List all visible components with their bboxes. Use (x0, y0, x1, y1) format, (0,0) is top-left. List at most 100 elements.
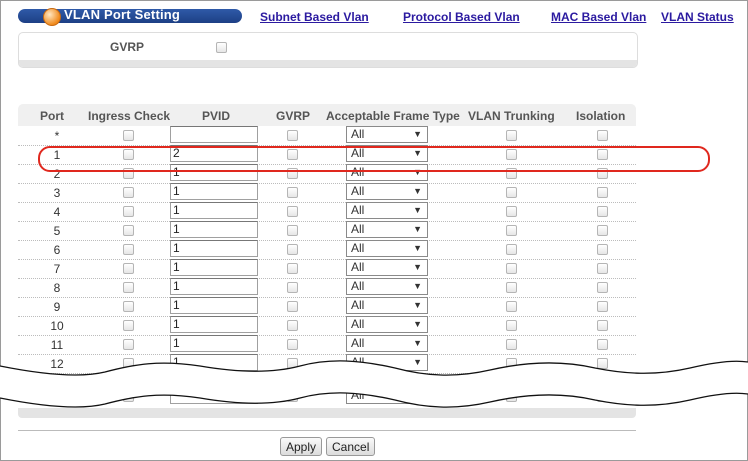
pvid-input[interactable]: 1 (170, 354, 258, 371)
header-ingress-check: Ingress Check (88, 109, 171, 123)
ingress-check-checkbox[interactable] (123, 358, 134, 369)
ingress-check-checkbox[interactable] (123, 244, 134, 255)
panel-footer-strip (19, 60, 637, 67)
isolation-checkbox[interactable] (597, 225, 608, 236)
frame-type-select[interactable]: All ▼ (346, 240, 428, 257)
vlan-trunking-checkbox[interactable] (506, 168, 517, 179)
pvid-input[interactable]: 1 (170, 316, 258, 333)
cancel-button[interactable]: Cancel (326, 437, 376, 456)
gvrp-global-checkbox[interactable] (216, 42, 227, 53)
gvrp-checkbox[interactable] (287, 301, 298, 312)
ingress-check-checkbox[interactable] (123, 149, 134, 160)
isolation-checkbox[interactable] (597, 358, 608, 369)
dropdown-arrow-icon: ▼ (413, 167, 422, 177)
frame-type-select[interactable]: All ▼ (346, 183, 428, 200)
gvrp-checkbox[interactable] (287, 263, 298, 274)
ingress-check-checkbox[interactable] (123, 130, 134, 141)
gvrp-checkbox[interactable] (287, 168, 298, 179)
apply-button[interactable]: Apply (280, 437, 323, 456)
frame-type-select[interactable]: All (346, 387, 428, 404)
table-row: 12 1 All ▼ (18, 354, 636, 374)
vlan-trunking-checkbox[interactable] (506, 244, 517, 255)
vlan-trunking-checkbox[interactable] (506, 187, 517, 198)
frame-type-select[interactable]: All ▼ (346, 126, 428, 143)
pvid-input[interactable]: 1 (170, 259, 258, 276)
ingress-check-checkbox[interactable] (123, 263, 134, 274)
gvrp-checkbox[interactable] (287, 282, 298, 293)
isolation-checkbox[interactable] (597, 339, 608, 350)
frame-type-value: All (351, 184, 365, 198)
ingress-check-checkbox[interactable] (123, 339, 134, 350)
pvid-input[interactable]: 1 (170, 202, 258, 219)
frame-type-select[interactable]: All ▼ (346, 145, 428, 162)
ingress-check-checkbox[interactable] (123, 168, 134, 179)
ingress-check-checkbox[interactable] (123, 320, 134, 331)
isolation-checkbox[interactable] (597, 149, 608, 160)
ingress-check-checkbox[interactable] (123, 391, 134, 402)
gvrp-checkbox[interactable] (287, 339, 298, 350)
isolation-checkbox[interactable] (597, 244, 608, 255)
frame-type-select[interactable]: All ▼ (346, 278, 428, 295)
frame-type-select[interactable]: All ▼ (346, 297, 428, 314)
gvrp-checkbox[interactable] (287, 130, 298, 141)
frame-type-select[interactable]: All ▼ (346, 221, 428, 238)
frame-type-select[interactable]: All ▼ (346, 316, 428, 333)
pvid-input[interactable]: 1 (170, 278, 258, 295)
gvrp-checkbox[interactable] (287, 187, 298, 198)
pvid-input[interactable]: 1 (170, 164, 258, 181)
port-settings-table: Port Ingress Check PVID GVRP Acceptable … (18, 104, 636, 420)
nav-link-vlan-status[interactable]: VLAN Status (661, 10, 734, 24)
pvid-input[interactable]: 1 (170, 221, 258, 238)
ingress-check-checkbox[interactable] (123, 282, 134, 293)
frame-type-select[interactable]: All ▼ (346, 202, 428, 219)
header-frame-type: Acceptable Frame Type (326, 109, 460, 123)
pvid-input[interactable] (170, 126, 258, 143)
pvid-input[interactable] (170, 387, 258, 404)
ingress-check-checkbox[interactable] (123, 301, 134, 312)
nav-link-mac-vlan[interactable]: MAC Based Vlan (551, 10, 646, 24)
isolation-checkbox[interactable] (597, 391, 608, 402)
isolation-checkbox[interactable] (597, 320, 608, 331)
vlan-trunking-checkbox[interactable] (506, 358, 517, 369)
gvrp-checkbox[interactable] (287, 206, 298, 217)
port-label: 9 (53, 300, 61, 314)
ingress-check-checkbox[interactable] (123, 225, 134, 236)
vlan-trunking-checkbox[interactable] (506, 206, 517, 217)
frame-type-select[interactable]: All ▼ (346, 259, 428, 276)
frame-type-select[interactable]: All ▼ (346, 335, 428, 352)
frame-type-select[interactable]: All ▼ (346, 354, 428, 371)
gvrp-checkbox[interactable] (287, 320, 298, 331)
vlan-trunking-checkbox[interactable] (506, 320, 517, 331)
gvrp-checkbox[interactable] (287, 225, 298, 236)
pvid-input[interactable]: 1 (170, 335, 258, 352)
vlan-trunking-checkbox[interactable] (506, 391, 517, 402)
frame-type-select[interactable]: All ▼ (346, 164, 428, 181)
ingress-check-checkbox[interactable] (123, 187, 134, 198)
vlan-trunking-checkbox[interactable] (506, 130, 517, 141)
isolation-checkbox[interactable] (597, 130, 608, 141)
vlan-trunking-checkbox[interactable] (506, 263, 517, 274)
isolation-checkbox[interactable] (597, 206, 608, 217)
pvid-input[interactable]: 1 (170, 183, 258, 200)
gvrp-checkbox[interactable] (287, 358, 298, 369)
pvid-input[interactable]: 2 (170, 145, 258, 162)
isolation-checkbox[interactable] (597, 168, 608, 179)
pvid-input[interactable]: 1 (170, 240, 258, 257)
isolation-checkbox[interactable] (597, 187, 608, 198)
port-label: 4 (53, 205, 61, 219)
gvrp-checkbox[interactable] (287, 149, 298, 160)
vlan-trunking-checkbox[interactable] (506, 225, 517, 236)
vlan-trunking-checkbox[interactable] (506, 301, 517, 312)
ingress-check-checkbox[interactable] (123, 206, 134, 217)
vlan-trunking-checkbox[interactable] (506, 282, 517, 293)
nav-link-protocol-vlan[interactable]: Protocol Based Vlan (403, 10, 520, 24)
gvrp-checkbox[interactable] (287, 391, 298, 402)
isolation-checkbox[interactable] (597, 301, 608, 312)
pvid-input[interactable]: 1 (170, 297, 258, 314)
isolation-checkbox[interactable] (597, 282, 608, 293)
isolation-checkbox[interactable] (597, 263, 608, 274)
nav-link-subnet-vlan[interactable]: Subnet Based Vlan (260, 10, 369, 24)
vlan-trunking-checkbox[interactable] (506, 149, 517, 160)
vlan-trunking-checkbox[interactable] (506, 339, 517, 350)
gvrp-checkbox[interactable] (287, 244, 298, 255)
